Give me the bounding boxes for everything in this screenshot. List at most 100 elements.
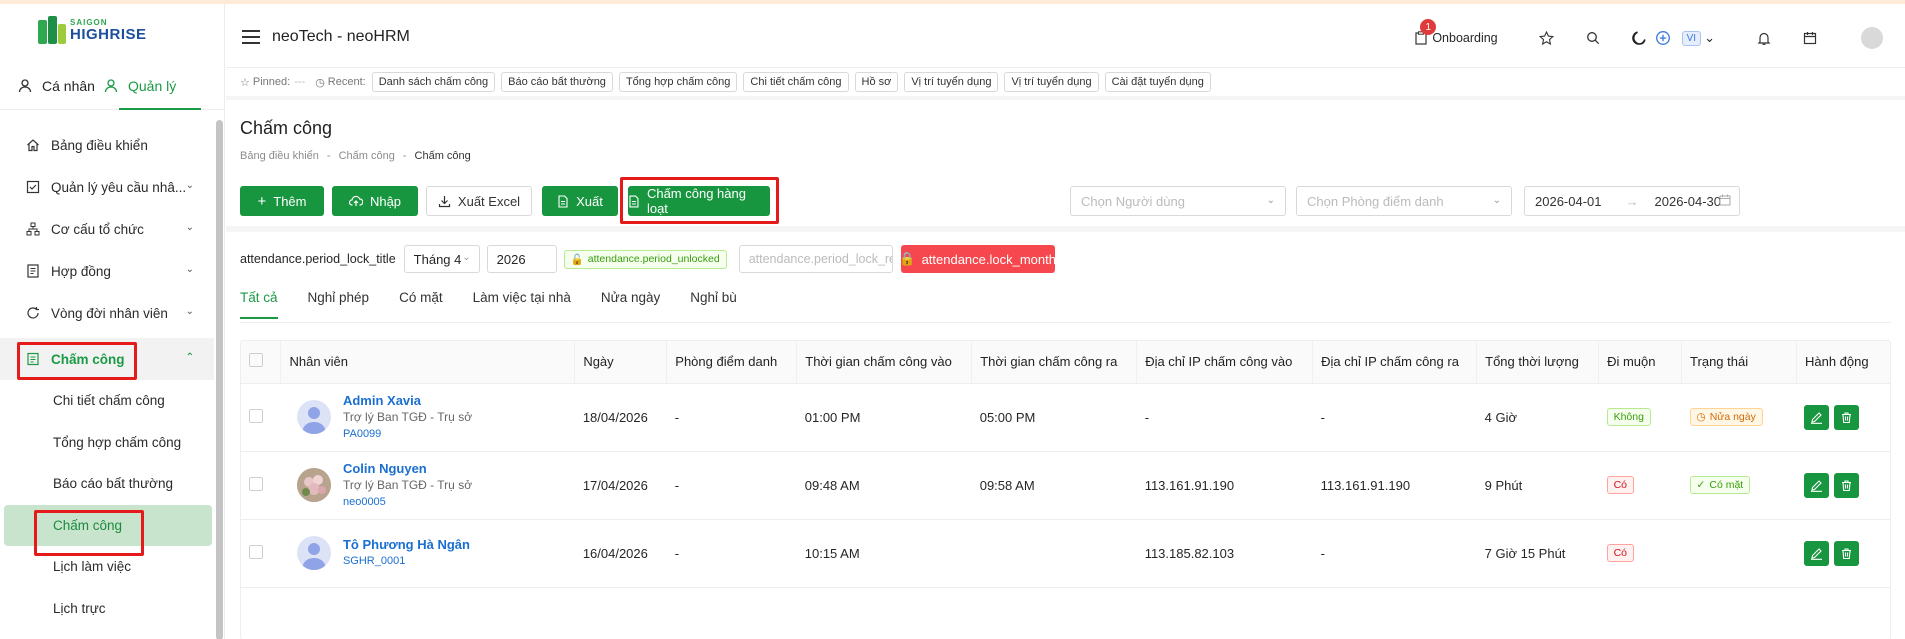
calendar-icon[interactable] (1801, 29, 1819, 47)
room-select[interactable]: Chọn Phòng điểm danh ⌄ (1296, 186, 1512, 216)
edit-button[interactable] (1804, 472, 1830, 498)
bell-icon[interactable] (1755, 29, 1773, 47)
column-header[interactable]: Hành động (1796, 341, 1890, 384)
recent-chip[interactable]: Vị trí tuyển dụng (904, 72, 999, 92)
column-header[interactable]: Ngày (574, 341, 668, 384)
table-row[interactable]: Admin Xavia Trợ lý Ban TGĐ - Trụ sở PA00… (241, 383, 1890, 452)
column-header[interactable]: Trạng thái (1681, 341, 1797, 384)
row-checkbox[interactable] (249, 544, 263, 559)
row-select-cell (241, 383, 281, 452)
column-header[interactable]: Thời gian chấm công ra (971, 341, 1138, 384)
column-header[interactable]: Thời gian chấm công vào (796, 341, 973, 384)
language-selector[interactable]: VI (1681, 30, 1702, 46)
sidebar: SAIGON HIGHRISE Cá nhân Quản lý Bảng điề… (0, 4, 225, 639)
mode-manage[interactable]: Quản lý (104, 78, 176, 94)
user-icon (104, 79, 118, 93)
column-header[interactable]: Địa chỉ IP chấm công ra (1312, 341, 1478, 384)
sidebar-subitem-timesheet[interactable]: Chấm công (4, 504, 212, 546)
edit-button[interactable] (1804, 404, 1830, 430)
tab-wfh[interactable]: Làm việc tại nhà (473, 290, 571, 319)
recent-chip[interactable]: Chi tiết chấm công (743, 72, 849, 92)
company-logo[interactable]: SAIGON HIGHRISE (38, 16, 147, 44)
employee-cell: Tô Phương Hà Ngân SGHR_0001 (280, 519, 575, 588)
sidebar-subitem-work-schedule[interactable]: Lịch làm việc (4, 546, 214, 588)
date-range-picker[interactable]: 2026-04-01 → 2026-04-30 (1524, 186, 1740, 216)
recent-chip[interactable]: Danh sách chấm công (371, 72, 496, 92)
export-button[interactable]: Xuất (542, 186, 618, 216)
employee-name[interactable]: Colin Nguyen (343, 460, 472, 477)
row-checkbox[interactable] (249, 476, 263, 491)
column-header[interactable]: Tổng thời lượng (1476, 341, 1600, 384)
delete-button[interactable] (1834, 540, 1860, 566)
breadcrumb-item[interactable]: Chấm công (339, 150, 395, 162)
tab-half-day[interactable]: Nửa ngày (601, 290, 660, 319)
employee-name[interactable]: Admin Xavia (343, 392, 472, 409)
sidebar-item-employee-lifecycle[interactable]: Vòng đời nhân viên ⌄ (0, 292, 214, 334)
onboarding-button[interactable]: 1 Onboarding (1414, 19, 1498, 45)
export-excel-button[interactable]: Xuất Excel (426, 186, 532, 216)
search-icon[interactable] (1584, 29, 1602, 47)
month-select[interactable]: Tháng 4 ⌄ (403, 245, 480, 273)
add-button[interactable]: + Thêm (240, 186, 324, 216)
tab-all[interactable]: Tất cả (240, 290, 278, 319)
employee-code[interactable]: SGHR_0001 (343, 553, 470, 570)
sidebar-item-requests[interactable]: Quản lý yêu cầu nhâ... ⌄ (0, 166, 214, 208)
row-checkbox[interactable] (249, 408, 263, 423)
employee-code[interactable]: PA0099 (343, 426, 472, 443)
sidebar-subitem-anomaly-report[interactable]: Báo cáo bất thường (4, 463, 214, 505)
import-button[interactable]: Nhập (332, 186, 418, 216)
delete-button[interactable] (1834, 404, 1860, 430)
hamburger-menu-icon[interactable] (242, 30, 260, 44)
column-header[interactable]: Địa chỉ IP chấm công vào (1136, 341, 1314, 384)
employee-name[interactable]: Tô Phương Hà Ngân (343, 536, 470, 553)
recent-chip[interactable]: Tổng hợp chấm công (618, 72, 738, 92)
tab-comp-leave[interactable]: Nghỉ bù (690, 290, 737, 319)
lock-month-button[interactable]: 🔒 attendance.lock_month (899, 245, 1056, 273)
table-row[interactable]: Colin Nguyen Trợ lý Ban TGĐ - Trụ sở neo… (241, 451, 1890, 520)
sidebar-subitem-timesheet-detail[interactable]: Chi tiết chấm công (4, 380, 214, 422)
column-header[interactable]: Đi muộn (1598, 341, 1683, 384)
column-header[interactable]: Phòng điểm danh (666, 341, 798, 384)
avatar[interactable] (296, 468, 331, 502)
date-to[interactable]: 2026-04-30 (1655, 194, 1722, 209)
recent-chip[interactable]: Vị trí tuyển dụng (1004, 72, 1099, 92)
user-select[interactable]: Chọn Người dùng ⌄ (1070, 186, 1286, 216)
chevron-down-icon[interactable]: ⌄ (1704, 30, 1715, 46)
user-avatar[interactable] (1861, 27, 1883, 49)
avatar[interactable] (296, 536, 331, 570)
sidebar-item-org-structure[interactable]: Cơ cấu tổ chức ⌄ (0, 208, 214, 250)
sidebar-item-contracts[interactable]: Hợp đồng ⌄ (0, 250, 214, 292)
sidebar-item-dashboard[interactable]: Bảng điều khiển (0, 124, 214, 166)
table-row[interactable]: Tô Phương Hà Ngân SGHR_0001 16/04/2026 -… (241, 519, 1890, 588)
check-out-cell (971, 519, 1137, 588)
select-all-checkbox[interactable] (249, 353, 263, 368)
sidebar-subitem-on-duty[interactable]: Lịch trực (4, 588, 214, 630)
employee-code[interactable]: neo0005 (343, 494, 472, 511)
delete-button[interactable] (1834, 472, 1860, 498)
recent-chip[interactable]: Hồ sơ (854, 72, 899, 92)
year-input[interactable]: 2026 (486, 245, 557, 273)
sidebar-scrollbar[interactable] (216, 120, 223, 639)
tab-present[interactable]: Có mặt (399, 290, 443, 319)
sidebar-item-timesheet[interactable]: Chấm công ⌃ (0, 338, 214, 380)
recent-chip[interactable]: Báo cáo bất thường (501, 72, 613, 92)
column-header[interactable]: Nhân viên (280, 341, 576, 384)
lock-reason-input[interactable]: attendance.period_lock_re... (738, 245, 893, 273)
breadcrumb-item[interactable]: Bảng điều khiển (240, 150, 319, 162)
file-icon (558, 194, 568, 208)
mode-personal[interactable]: Cá nhân (18, 78, 95, 94)
add-circle-icon[interactable] (1654, 29, 1672, 47)
sidebar-subitem-timesheet-summary[interactable]: Tổng hợp chấm công (4, 422, 214, 464)
tab-leave[interactable]: Nghỉ phép (308, 290, 370, 319)
sidebar-item-label: Cơ cấu tổ chức (51, 221, 144, 237)
star-icon[interactable] (1538, 29, 1556, 47)
moon-icon[interactable] (1630, 29, 1648, 47)
recent-chip[interactable]: Cài đặt tuyển dụng (1104, 72, 1211, 92)
edit-button[interactable] (1804, 540, 1830, 566)
checkbox-icon (25, 179, 41, 195)
ip-out-cell: 113.161.91.190 (1312, 451, 1477, 520)
avatar[interactable] (296, 400, 331, 434)
cycle-icon (25, 305, 41, 321)
bulk-attendance-button[interactable]: Chấm công hàng loạt (628, 186, 770, 216)
date-from[interactable]: 2026-04-01 (1535, 194, 1602, 209)
